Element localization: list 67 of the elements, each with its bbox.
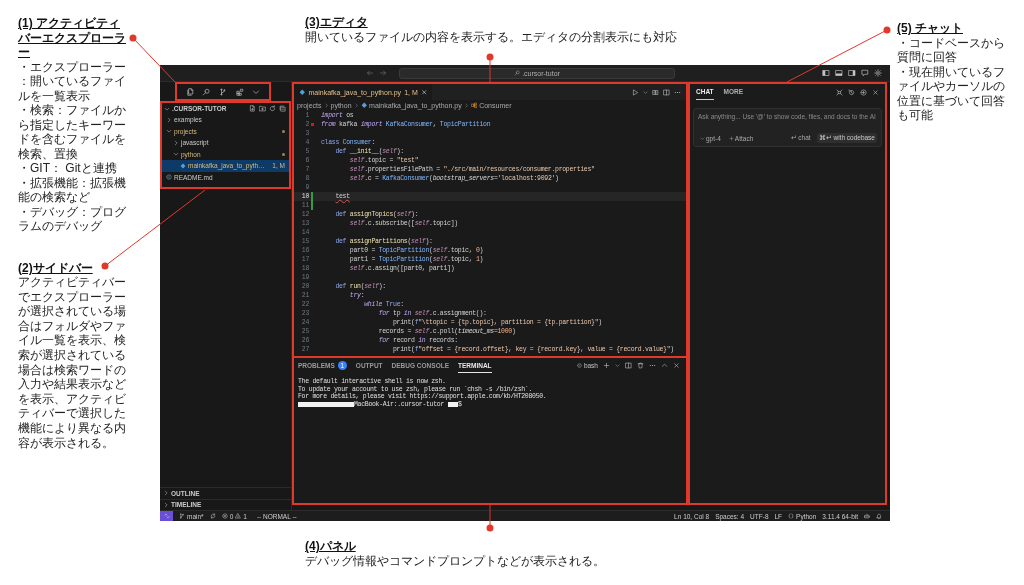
split-terminal-icon[interactable] — [625, 362, 632, 369]
expand-icon[interactable] — [836, 88, 843, 96]
trash-icon[interactable] — [637, 362, 644, 369]
diamond-file-icon — [360, 102, 368, 109]
chevron-down-icon[interactable] — [615, 363, 620, 368]
chevron-up-icon[interactable] — [661, 362, 668, 369]
close-icon[interactable] — [673, 362, 680, 369]
chevron-down-icon — [700, 135, 705, 141]
chevron-right-icon — [323, 103, 329, 108]
callout-text: ・デバッグ：プログラムのデバッグ — [18, 204, 127, 234]
callout-heading: (5) チャット — [897, 21, 964, 36]
search-icon[interactable] — [202, 87, 211, 96]
settings-icon[interactable] — [874, 69, 882, 77]
new-folder-icon[interactable] — [259, 105, 266, 112]
files-icon[interactable] — [185, 87, 194, 96]
callout-heading: (1) アクティビティバーエクスプローラー — [18, 16, 127, 60]
new-file-icon[interactable] — [249, 105, 256, 112]
sync-icon[interactable] — [209, 513, 216, 519]
bell-icon[interactable] — [876, 513, 882, 519]
callout-text: デバッグ情報やコマンドプロンプトなどが表示される。 — [305, 554, 606, 569]
callout-text: ・エクスプローラー：開いているファイルを一覧表示 — [18, 59, 127, 103]
callout-text: ・拡張機能：拡張機能の検索など — [18, 175, 127, 205]
terminal-icon — [576, 363, 582, 368]
more-icon[interactable] — [649, 362, 656, 369]
modified-dot-icon — [282, 129, 285, 133]
callout-heading: (3)エディタ — [305, 15, 369, 30]
source-control-icon[interactable] — [218, 87, 227, 96]
redaction-bar — [298, 401, 354, 407]
chat-bubble-icon[interactable] — [861, 69, 869, 77]
close-icon[interactable] — [872, 88, 879, 96]
search-icon — [514, 70, 521, 76]
plus-icon[interactable] — [603, 362, 610, 369]
callout-text: アクティビティバーでエクスプローラーが選択されている場合はフォルダやファイル一覧を表示、検索が選択されている場合は検索ワードの入力や結果表示などを表示、アクティビティバーで選択した機能により異なる内容が表示される。 — [18, 275, 127, 451]
callout-text: 開いているファイルの内容を表示する。エディタの分割表示にも対応 — [305, 30, 678, 45]
callout-text: ・検索：ファイルから指定したキーワードを含むファイルを検索、置換 — [18, 103, 127, 161]
compare-icon[interactable] — [652, 88, 659, 96]
run-icon[interactable] — [632, 88, 639, 96]
history-icon[interactable] — [848, 88, 855, 96]
chevron-right-icon — [463, 103, 469, 108]
error-icon — [221, 513, 228, 519]
redaction-bar — [448, 401, 459, 407]
callout-heading: (4)パネル — [305, 539, 357, 554]
bottom-panel-toggle-icon[interactable] — [835, 69, 843, 77]
class-icon — [470, 102, 478, 109]
left-sidebar-toggle-icon[interactable] — [822, 69, 830, 77]
extensions-icon[interactable] — [235, 87, 244, 96]
plus-icon — [728, 135, 734, 141]
warning-icon — [235, 513, 242, 519]
chevron-down-icon[interactable] — [643, 89, 648, 95]
split-editor-icon[interactable] — [663, 88, 670, 96]
right-sidebar-toggle-icon[interactable] — [848, 69, 856, 77]
refresh-icon[interactable] — [269, 105, 276, 112]
close-icon[interactable] — [420, 88, 428, 96]
chevron-right-icon — [353, 103, 359, 108]
callout-heading: (2)サイドバー — [18, 260, 94, 276]
collapse-all-icon[interactable] — [279, 105, 286, 112]
info-icon — [166, 174, 172, 181]
callout-text: ・現在開いているファイルやカーソルの位置に基づいて回答も可能 — [897, 64, 1006, 123]
robot-icon[interactable] — [864, 513, 870, 519]
modified-dot-icon — [282, 152, 285, 156]
diamond-file-icon — [299, 88, 306, 96]
callout-text: ・GIT： Gitと連携 — [18, 161, 118, 176]
branch-icon — [179, 513, 185, 519]
diamond-file-icon — [180, 162, 186, 169]
callout-text: ・コードベースから質問に回答 — [897, 35, 1006, 65]
braces-icon — [788, 513, 795, 519]
remote-icon — [163, 513, 170, 519]
